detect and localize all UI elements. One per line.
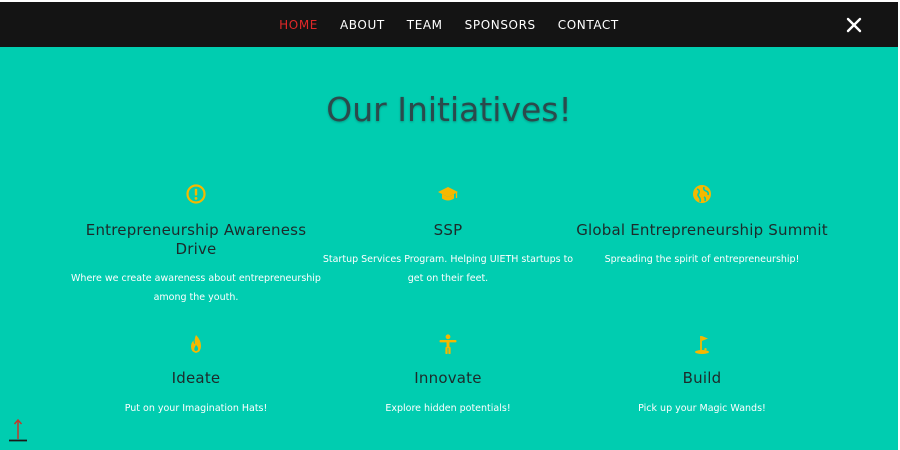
card-title: SSP: [433, 221, 463, 239]
nav-sponsors[interactable]: SPONSORS: [465, 18, 536, 32]
card-description: Explore hidden potentials!: [385, 403, 511, 414]
navbar: HOME ABOUT TEAM SPONSORS CONTACT: [0, 2, 898, 47]
card-title: Build: [682, 369, 722, 387]
golf-flag-icon: [695, 336, 709, 354]
initiative-card: Build Pick up your Magic Wands!: [572, 333, 832, 418]
alert-circle-icon: [186, 184, 206, 204]
card-title: Entrepreneurship Awareness Drive: [85, 221, 307, 258]
card-description: Put on your Imagination Hats!: [124, 403, 268, 414]
card-description: Spreading the spirit of entrepreneurship…: [604, 254, 800, 265]
nav-team[interactable]: TEAM: [407, 18, 443, 32]
arrow-up-icon[interactable]: [8, 417, 28, 443]
nav-contact[interactable]: CONTACT: [558, 18, 619, 32]
initiative-card: Innovate Explore hidden potentials!: [318, 333, 578, 418]
card-description: Where we create awareness about entrepre…: [71, 273, 321, 303]
card-description: Startup Services Program. Helping UIETH …: [322, 254, 574, 284]
nav-home[interactable]: HOME: [279, 18, 318, 32]
initiative-card: SSP Startup Services Program. Helping UI…: [318, 183, 578, 288]
close-icon[interactable]: [846, 17, 862, 33]
card-description: Pick up your Magic Wands!: [638, 403, 766, 414]
initiative-card: Entrepreneurship Awareness Drive Where w…: [66, 183, 326, 307]
section-title: Our Initiatives!: [326, 90, 572, 129]
initiative-card: Ideate Put on your Imagination Hats!: [66, 333, 326, 418]
card-title: Innovate: [414, 369, 482, 387]
card-title: Ideate: [171, 369, 221, 387]
globe-icon: [693, 185, 711, 203]
person-icon: [439, 334, 457, 354]
graduation-cap-icon: [438, 187, 458, 201]
initiative-card: Global Entrepreneurship Summit Spreading…: [572, 183, 832, 269]
nav-about[interactable]: ABOUT: [340, 18, 385, 32]
card-title: Global Entrepreneurship Summit: [576, 221, 828, 239]
page-frame: HOME ABOUT TEAM SPONSORS CONTACT Our Ini…: [0, 2, 898, 450]
nav-menu: HOME ABOUT TEAM SPONSORS CONTACT: [0, 2, 898, 47]
flame-icon: [191, 335, 201, 353]
